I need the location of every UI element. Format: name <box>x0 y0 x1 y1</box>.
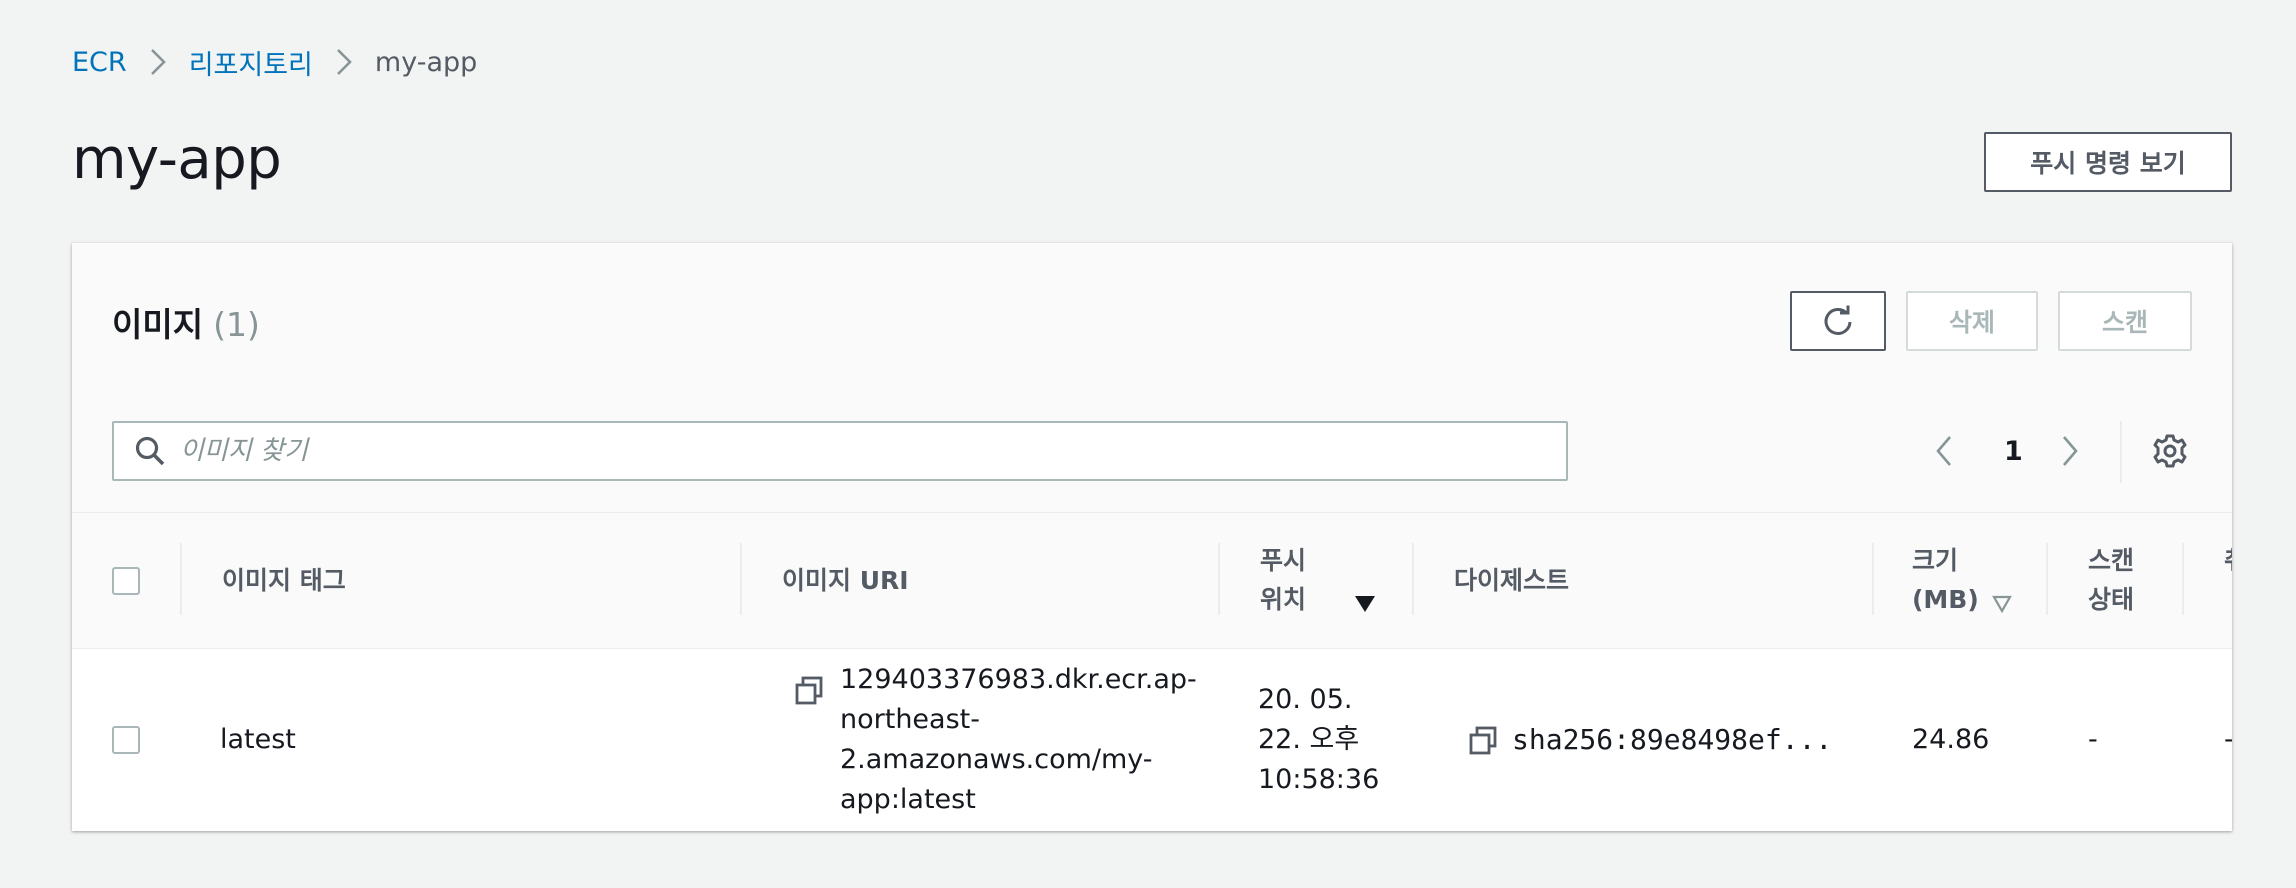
image-uri-cell: 129403376983.dkr.ecr.ap- northeast- 2.am… <box>840 660 1197 820</box>
column-header-size-line2: (MB) <box>1912 585 1979 614</box>
images-count: (1) <box>213 305 260 344</box>
page-title: my-app <box>72 127 282 192</box>
column-divider <box>1872 543 1874 615</box>
table-header: 이미지 태그 이미지 URI 푸시 위치 다이제스트 크기 (MB) 스캔 상태… <box>72 513 2232 649</box>
sort-descending-icon[interactable] <box>1354 595 1376 613</box>
overflow-cell: - <box>2224 720 2232 760</box>
column-header-pushed-line1: 푸시 <box>1260 546 1307 575</box>
image-uri-line: app:latest <box>840 784 976 815</box>
image-search-input[interactable] <box>180 436 1520 466</box>
images-panel-title: 이미지 (1) <box>112 298 260 346</box>
size-cell: 24.86 <box>1912 724 1990 755</box>
breadcrumb-repositories-link[interactable]: 리포지토리 <box>189 43 313 82</box>
chevron-right-icon <box>335 47 353 77</box>
column-header-pushed-at[interactable]: 푸시 위치 <box>1260 541 1306 619</box>
pager-divider <box>2120 421 2122 483</box>
image-uri-line: northeast- <box>840 704 980 735</box>
column-divider <box>2182 543 2184 615</box>
chevron-right-icon <box>149 47 167 77</box>
column-header-image-uri[interactable]: 이미지 URI <box>782 561 909 600</box>
breadcrumb-current: my-app <box>374 46 478 78</box>
column-header-scan-line1: 스캔 <box>2088 546 2135 575</box>
column-divider <box>740 543 742 615</box>
next-page-button[interactable] <box>2060 421 2080 481</box>
previous-page-button[interactable] <box>1934 421 1954 481</box>
column-header-overflow[interactable]: 취 <box>2224 541 2232 580</box>
column-header-scan-line2: 상태 <box>2088 585 2135 614</box>
table-row[interactable]: latest 129403376983.dkr.ecr.ap- northeas… <box>72 650 2232 831</box>
scan-button[interactable]: 스캔 <box>2058 291 2192 351</box>
column-header-digest[interactable]: 다이제스트 <box>1454 561 1569 600</box>
column-header-image-tag[interactable]: 이미지 태그 <box>222 561 346 600</box>
breadcrumb: ECR 리포지토리 my-app <box>72 43 478 82</box>
column-divider <box>1412 543 1414 615</box>
scan-status-cell: - <box>2088 724 2098 755</box>
pushed-at-cell: 20. 05. 22. 오후 10:58:36 <box>1258 680 1379 800</box>
chevron-left-icon <box>1936 436 1951 466</box>
column-header-pushed-line2: 위치 <box>1260 585 1307 614</box>
refresh-icon <box>1824 305 1852 335</box>
breadcrumb-ecr-link[interactable]: ECR <box>72 47 127 78</box>
row-checkbox[interactable] <box>112 726 140 754</box>
sort-icon[interactable] <box>1992 595 2012 613</box>
image-search-box <box>112 421 1568 481</box>
images-panel: 이미지 (1) 삭제 스캔 1 <box>72 243 2232 831</box>
select-all-checkbox[interactable] <box>112 567 140 595</box>
images-panel-header: 이미지 (1) 삭제 스캔 1 <box>72 243 2232 513</box>
copy-icon[interactable] <box>794 676 824 706</box>
images-title-text: 이미지 <box>112 305 204 344</box>
refresh-button[interactable] <box>1790 291 1886 351</box>
image-uri-line: 2.amazonaws.com/my- <box>840 744 1153 775</box>
search-icon <box>134 435 166 467</box>
current-page-number[interactable]: 1 <box>2004 421 2023 481</box>
delete-button[interactable]: 삭제 <box>1906 291 2038 351</box>
column-header-size-line1: 크기 <box>1912 546 1959 575</box>
copy-icon[interactable] <box>1468 726 1498 756</box>
pushed-at-line: 22. 오후 <box>1258 724 1360 755</box>
column-header-size[interactable]: 크기 (MB) <box>1912 541 1979 619</box>
column-divider <box>180 543 182 615</box>
chevron-right-icon <box>2063 436 2078 466</box>
image-uri-line: 129403376983.dkr.ecr.ap- <box>840 664 1197 695</box>
digest-cell: sha256:89e8498ef... <box>1512 723 1833 756</box>
image-tag-cell: latest <box>220 724 296 755</box>
pushed-at-line: 20. 05. <box>1258 684 1353 715</box>
view-push-commands-button[interactable]: 푸시 명령 보기 <box>1984 132 2232 192</box>
pushed-at-line: 10:58:36 <box>1258 764 1380 795</box>
column-divider <box>1218 543 1220 615</box>
column-divider <box>2046 543 2048 615</box>
table-settings-button[interactable] <box>2152 433 2188 469</box>
column-header-scan-status[interactable]: 스캔 상태 <box>2088 541 2134 619</box>
gear-icon <box>2153 434 2187 468</box>
